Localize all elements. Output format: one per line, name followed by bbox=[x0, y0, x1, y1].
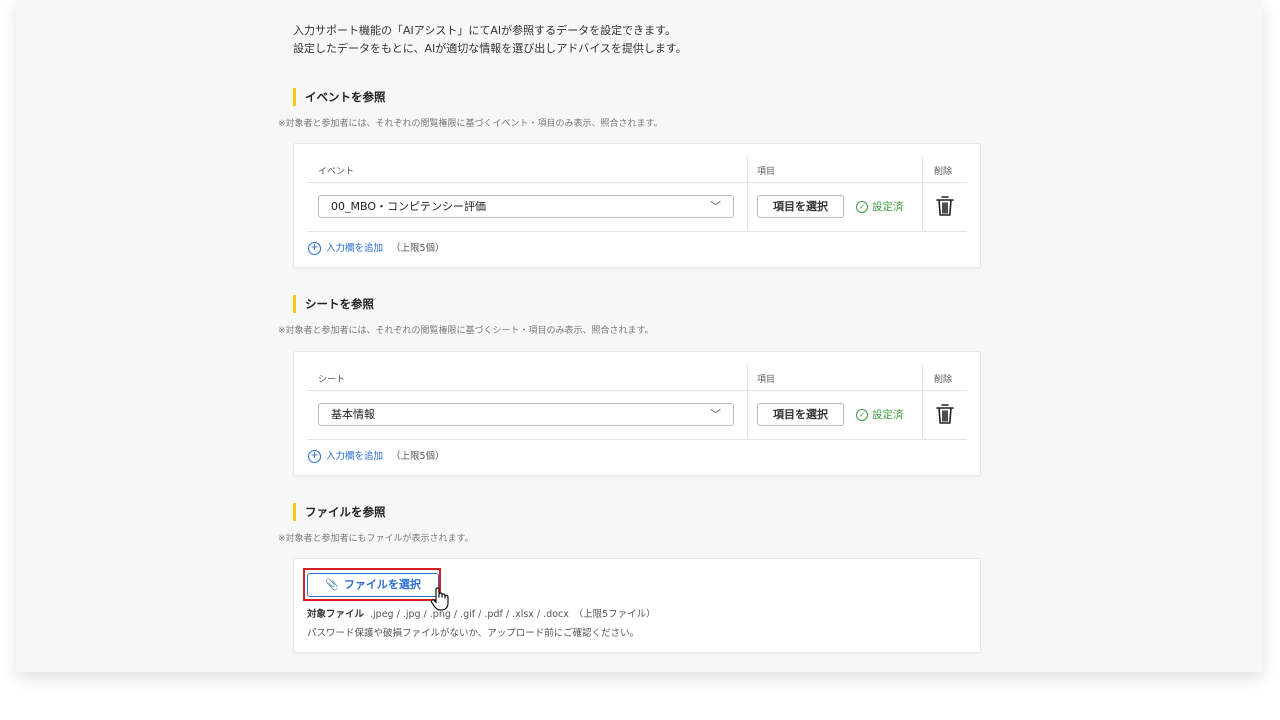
file-section-title: ファイルを参照 bbox=[293, 503, 386, 521]
file-card: 📎 ファイルを選択 対象ファイル .jpeg / .jpg / .png / .gi… bbox=[293, 558, 981, 653]
delete-column-label: 削除 bbox=[934, 375, 953, 385]
sheet-section-note: ※対象者と参加者には、それぞれの閲覧権限に基づくシート・項目のみ表示、照合されま… bbox=[278, 326, 654, 336]
paperclip-icon: 📎 bbox=[325, 578, 339, 591]
settings-panel: 入力サポート機能の「AIアシスト」にてAIが参照するデータを設定できます。 設定… bbox=[16, 0, 1262, 672]
intro-line-1: 入力サポート機能の「AIアシスト」にてAIが参照するデータを設定できます。 bbox=[293, 24, 676, 37]
delete-column-label: 削除 bbox=[934, 167, 953, 177]
trash-icon[interactable] bbox=[936, 403, 954, 425]
event-status-badge: ✓ 設定済 bbox=[856, 199, 904, 214]
item-column-label: 項目 bbox=[757, 375, 776, 385]
intro-line-2: 設定したデータをもとに、AIが適切な情報を選び出しアドバイスを提供します。 bbox=[293, 42, 687, 55]
event-column-label: イベント bbox=[318, 167, 355, 177]
sheet-select-value: 基本情報 bbox=[331, 408, 375, 421]
event-section-note: ※対象者と参加者には、それぞれの閲覧権限に基づくイベント・項目のみ表示、照合され… bbox=[278, 119, 663, 129]
check-circle-icon: ✓ bbox=[856, 201, 868, 213]
check-circle-icon: ✓ bbox=[856, 409, 868, 421]
sheet-select-item-button[interactable]: 項目を選択 bbox=[757, 403, 844, 426]
file-types-value: .jpeg / .jpg / .png / .gif / .pdf / .xls… bbox=[370, 609, 656, 620]
file-section-note: ※対象者と参加者にもファイルが表示されます。 bbox=[278, 534, 474, 544]
file-types-label: 対象ファイル bbox=[307, 609, 365, 620]
sheet-add-row-link[interactable]: + 入力欄を追加 （上限5個） bbox=[308, 448, 445, 463]
sheet-row: 基本情報 ﹀ 項目を選択 ✓ 設定済 bbox=[307, 391, 967, 440]
sheet-add-row-limit: （上限5個） bbox=[391, 451, 445, 462]
plus-circle-icon: + bbox=[308, 450, 321, 463]
event-select[interactable]: 00_MBO・コンピテンシー評価 ﹀ bbox=[318, 195, 734, 218]
chevron-down-icon: ﹀ bbox=[710, 408, 721, 421]
sheet-column-label: シート bbox=[318, 375, 346, 385]
sheet-status-label: 設定済 bbox=[872, 409, 904, 421]
event-select-value: 00_MBO・コンピテンシー評価 bbox=[331, 200, 486, 213]
sheet-card: シート 項目 削除 基本情報 ﹀ 項目を選択 ✓ 設定済 + 入力欄を追加 （上限5個… bbox=[293, 351, 981, 476]
plus-circle-icon: + bbox=[308, 242, 321, 255]
trash-icon[interactable] bbox=[936, 195, 954, 217]
event-select-item-button[interactable]: 項目を選択 bbox=[757, 195, 844, 218]
sheet-select[interactable]: 基本情報 ﹀ bbox=[318, 403, 734, 426]
event-add-row-label: 入力欄を追加 bbox=[326, 243, 384, 254]
event-add-row-limit: （上限5個） bbox=[391, 243, 445, 254]
event-table-header: イベント 項目 削除 bbox=[307, 156, 967, 183]
file-warning: パスワード保護や破損ファイルがないか、アップロード前にご確認ください。 bbox=[307, 628, 640, 639]
event-row: 00_MBO・コンピテンシー評価 ﹀ 項目を選択 ✓ 設定済 bbox=[307, 183, 967, 232]
event-status-label: 設定済 bbox=[872, 201, 904, 213]
event-add-row-link[interactable]: + 入力欄を追加 （上限5個） bbox=[308, 240, 445, 255]
hand-cursor-icon bbox=[430, 587, 449, 611]
event-section-title: イベントを参照 bbox=[293, 88, 386, 106]
sheet-section-title: シートを参照 bbox=[293, 295, 374, 313]
sheet-add-row-label: 入力欄を追加 bbox=[326, 451, 384, 462]
item-column-label: 項目 bbox=[757, 167, 776, 177]
select-file-button[interactable]: 📎 ファイルを選択 bbox=[307, 573, 439, 597]
file-info: 対象ファイル .jpeg / .jpg / .png / .gif / .pdf … bbox=[307, 605, 656, 643]
chevron-down-icon: ﹀ bbox=[710, 200, 721, 213]
select-file-label: ファイルを選択 bbox=[343, 578, 421, 591]
intro-text: 入力サポート機能の「AIアシスト」にてAIが参照するデータを設定できます。 設定… bbox=[293, 22, 687, 58]
sheet-status-badge: ✓ 設定済 bbox=[856, 407, 904, 422]
event-card: イベント 項目 削除 00_MBO・コンピテンシー評価 ﹀ 項目を選択 ✓ 設定済… bbox=[293, 143, 981, 268]
sheet-table-header: シート 項目 削除 bbox=[307, 364, 967, 391]
